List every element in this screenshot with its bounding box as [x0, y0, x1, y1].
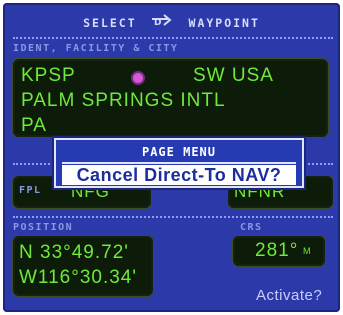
longitude-value: W116°30.34' [19, 267, 137, 288]
ident-value[interactable]: KPSP [21, 65, 76, 87]
lower-divider [13, 216, 333, 218]
ident-facility-box[interactable]: KPSP SW USA PALM SPRINGS INTL PA [13, 59, 328, 137]
page-title: SELECT D WAYPOINT [3, 13, 340, 32]
fpl-label: FPL [19, 185, 42, 196]
title-divider [13, 37, 333, 39]
direct-to-icon: D [150, 13, 176, 30]
course-unit: M [303, 246, 312, 256]
city-value[interactable]: PA [21, 115, 47, 137]
region-value: SW USA [193, 65, 274, 86]
course-box: 281° M [233, 236, 325, 266]
cancel-direct-to-menu-item[interactable]: Cancel Direct-To NAV? [62, 165, 296, 185]
title-waypoint-label: WAYPOINT [188, 16, 260, 30]
gps-screen: SELECT D WAYPOINT IDENT, FACILITY & CITY… [3, 3, 340, 312]
page-menu-popup: PAGE MENU Cancel Direct-To NAV? [54, 138, 304, 188]
svg-text:D: D [154, 18, 163, 27]
airport-icon [133, 73, 143, 83]
course-label: CRS [240, 222, 263, 233]
activate-prompt[interactable]: Activate? [256, 287, 322, 304]
popup-title: PAGE MENU [141, 145, 217, 159]
latitude-value: N 33°49.72' [19, 242, 129, 263]
facility-value[interactable]: PALM SPRINGS INTL [21, 90, 226, 112]
ident-section-label: IDENT, FACILITY & CITY [13, 43, 179, 54]
course-value: 281° [255, 240, 299, 261]
position-box: N 33°49.72' W116°30.34' [13, 236, 153, 296]
title-select-label: SELECT [83, 16, 137, 30]
popup-title-rule [62, 162, 296, 164]
position-label: POSITION [13, 222, 74, 233]
